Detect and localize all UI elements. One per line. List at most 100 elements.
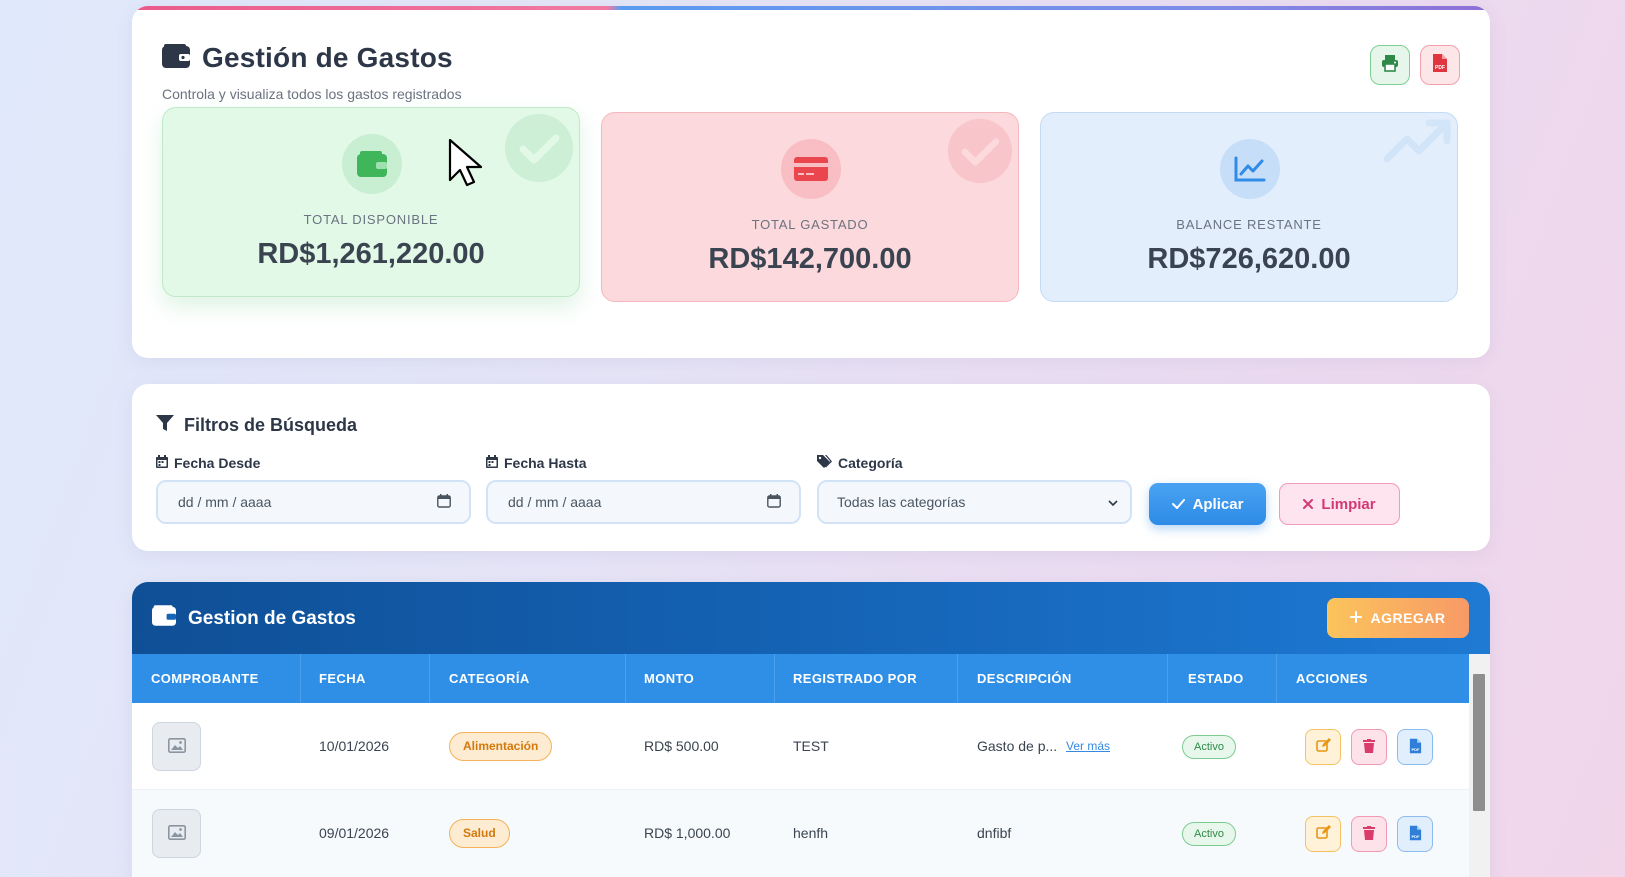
col-divider [957, 654, 958, 703]
page-title-row: Gestión de Gastos [162, 42, 453, 74]
edit-button[interactable] [1305, 729, 1341, 765]
edit-button[interactable] [1305, 816, 1341, 852]
page-subtitle: Controla y visualiza todos los gastos re… [162, 86, 462, 102]
table-title-text: Gestion de Gastos [188, 607, 356, 629]
view-more-link[interactable]: Ver más [1066, 703, 1110, 790]
image-icon [167, 824, 186, 843]
clear-label: Limpiar [1321, 495, 1376, 513]
table-column-headers: COMPROBANTE FECHA CATEGORÍA MONTO REGIST… [132, 654, 1469, 703]
date-to-label: Fecha Hasta [486, 455, 586, 471]
download-pdf-button[interactable]: PDF [1397, 729, 1433, 765]
calendar-icon [156, 455, 168, 471]
add-label: AGREGAR [1370, 610, 1446, 626]
col-monto[interactable]: MONTO [644, 654, 694, 703]
table-scrollbar-thumb[interactable] [1473, 674, 1485, 811]
file-pdf-icon: PDF [1432, 53, 1448, 78]
category-selected-value: Todas las categorías [837, 494, 966, 510]
stat-value: RD$1,261,220.00 [257, 238, 485, 270]
expenses-table-card: Gestion de Gastos AGREGAR COMPROBANTE FE… [132, 582, 1490, 877]
expense-amount: RD$ 500.00 [644, 738, 719, 754]
wallet-icon [152, 605, 176, 632]
registered-by: TEST [793, 738, 829, 754]
expense-date: 09/01/2026 [319, 825, 390, 841]
col-divider [429, 654, 430, 703]
col-divider [1167, 654, 1168, 703]
plus-icon [1350, 610, 1363, 626]
expense-date: 10/01/2026 [319, 738, 390, 754]
calendar-picker-icon[interactable] [767, 493, 781, 511]
delete-button[interactable] [1351, 729, 1387, 765]
edit-icon [1315, 738, 1331, 756]
col-estado[interactable]: ESTADO [1188, 654, 1244, 703]
check-circle-icon [946, 117, 1014, 190]
file-pdf-icon: PDF [1409, 825, 1422, 844]
calendar-picker-icon[interactable] [437, 493, 451, 511]
receipt-thumbnail[interactable] [152, 809, 201, 858]
date-to-label-text: Fecha Hasta [504, 455, 587, 471]
expense-description: Gasto de p... [977, 738, 1058, 754]
trend-up-icon [1383, 117, 1453, 172]
svg-text:PDF: PDF [1411, 833, 1420, 838]
apply-filters-button[interactable]: Aplicar [1149, 483, 1266, 525]
table-row: 09/01/2026 Salud RD$ 1,000.00 henfh dnfi… [132, 790, 1469, 877]
col-registrado-por[interactable]: REGISTRADO POR [793, 654, 917, 703]
col-divider [300, 654, 301, 703]
registered-by: henfh [793, 825, 829, 841]
col-comprobante[interactable]: COMPROBANTE [151, 654, 259, 703]
col-categoria[interactable]: CATEGORÍA [449, 654, 530, 703]
filters-title: Filtros de Búsqueda [156, 414, 357, 437]
add-expense-button[interactable]: AGREGAR [1327, 598, 1469, 638]
close-icon [1303, 496, 1314, 513]
date-from-input[interactable]: dd / mm / aaaa [156, 480, 471, 524]
filters-card: Filtros de Búsqueda Fecha Desde Fecha Ha… [132, 384, 1490, 551]
clear-filters-button[interactable]: Limpiar [1279, 483, 1400, 525]
col-divider [625, 654, 626, 703]
apply-label: Aplicar [1192, 495, 1244, 513]
category-badge: Alimentación [449, 732, 553, 761]
gradient-top-bar [132, 6, 1490, 10]
tags-icon [817, 455, 832, 471]
category-label-text: Categoría [838, 455, 903, 471]
stat-label: BALANCE RESTANTE [1176, 217, 1322, 232]
col-descripcion[interactable]: DESCRIPCIÓN [977, 654, 1072, 703]
mouse-pointer-icon [448, 138, 483, 193]
trash-icon [1363, 825, 1375, 843]
stat-total-spent: TOTAL GASTADO RD$142,700.00 [601, 112, 1019, 302]
filter-icon [156, 414, 174, 437]
stat-value: RD$726,620.00 [1147, 243, 1351, 275]
delete-button[interactable] [1351, 816, 1387, 852]
chart-line-icon [1220, 139, 1280, 199]
date-from-label-text: Fecha Desde [174, 455, 261, 471]
print-button[interactable] [1370, 45, 1410, 85]
col-divider [1276, 654, 1277, 703]
category-badge: Salud [449, 819, 510, 848]
stat-total-available: TOTAL DISPONIBLE RD$1,261,220.00 [162, 107, 580, 297]
check-icon [1171, 496, 1185, 513]
expense-description: dnfibf [977, 825, 1012, 841]
edit-icon [1315, 825, 1331, 843]
col-divider [774, 654, 775, 703]
stat-balance-remaining: BALANCE RESTANTE RD$726,620.00 [1040, 112, 1458, 302]
date-to-input[interactable]: dd / mm / aaaa [486, 480, 801, 524]
page-title: Gestión de Gastos [202, 42, 453, 73]
receipt-thumbnail[interactable] [152, 722, 201, 771]
table-header-bar: Gestion de Gastos AGREGAR [132, 582, 1490, 654]
category-select[interactable]: Todas las categorías [817, 480, 1132, 524]
print-icon [1381, 54, 1399, 77]
stat-value: RD$142,700.00 [708, 243, 912, 275]
date-from-label: Fecha Desde [156, 455, 260, 471]
status-badge: Activo [1182, 735, 1236, 759]
download-pdf-button[interactable]: PDF [1397, 816, 1433, 852]
col-fecha[interactable]: FECHA [319, 654, 366, 703]
table-title: Gestion de Gastos [152, 605, 356, 632]
stat-label: TOTAL DISPONIBLE [303, 212, 439, 227]
filters-title-text: Filtros de Búsqueda [184, 415, 358, 435]
svg-text:PDF: PDF [1435, 65, 1445, 71]
col-acciones: ACCIONES [1296, 671, 1368, 686]
export-pdf-button[interactable]: PDF [1420, 45, 1460, 85]
check-circle-icon [503, 112, 575, 189]
status-badge: Activo [1182, 822, 1236, 846]
svg-text:PDF: PDF [1411, 746, 1420, 751]
category-label: Categoría [817, 455, 903, 471]
file-pdf-icon: PDF [1409, 738, 1422, 757]
